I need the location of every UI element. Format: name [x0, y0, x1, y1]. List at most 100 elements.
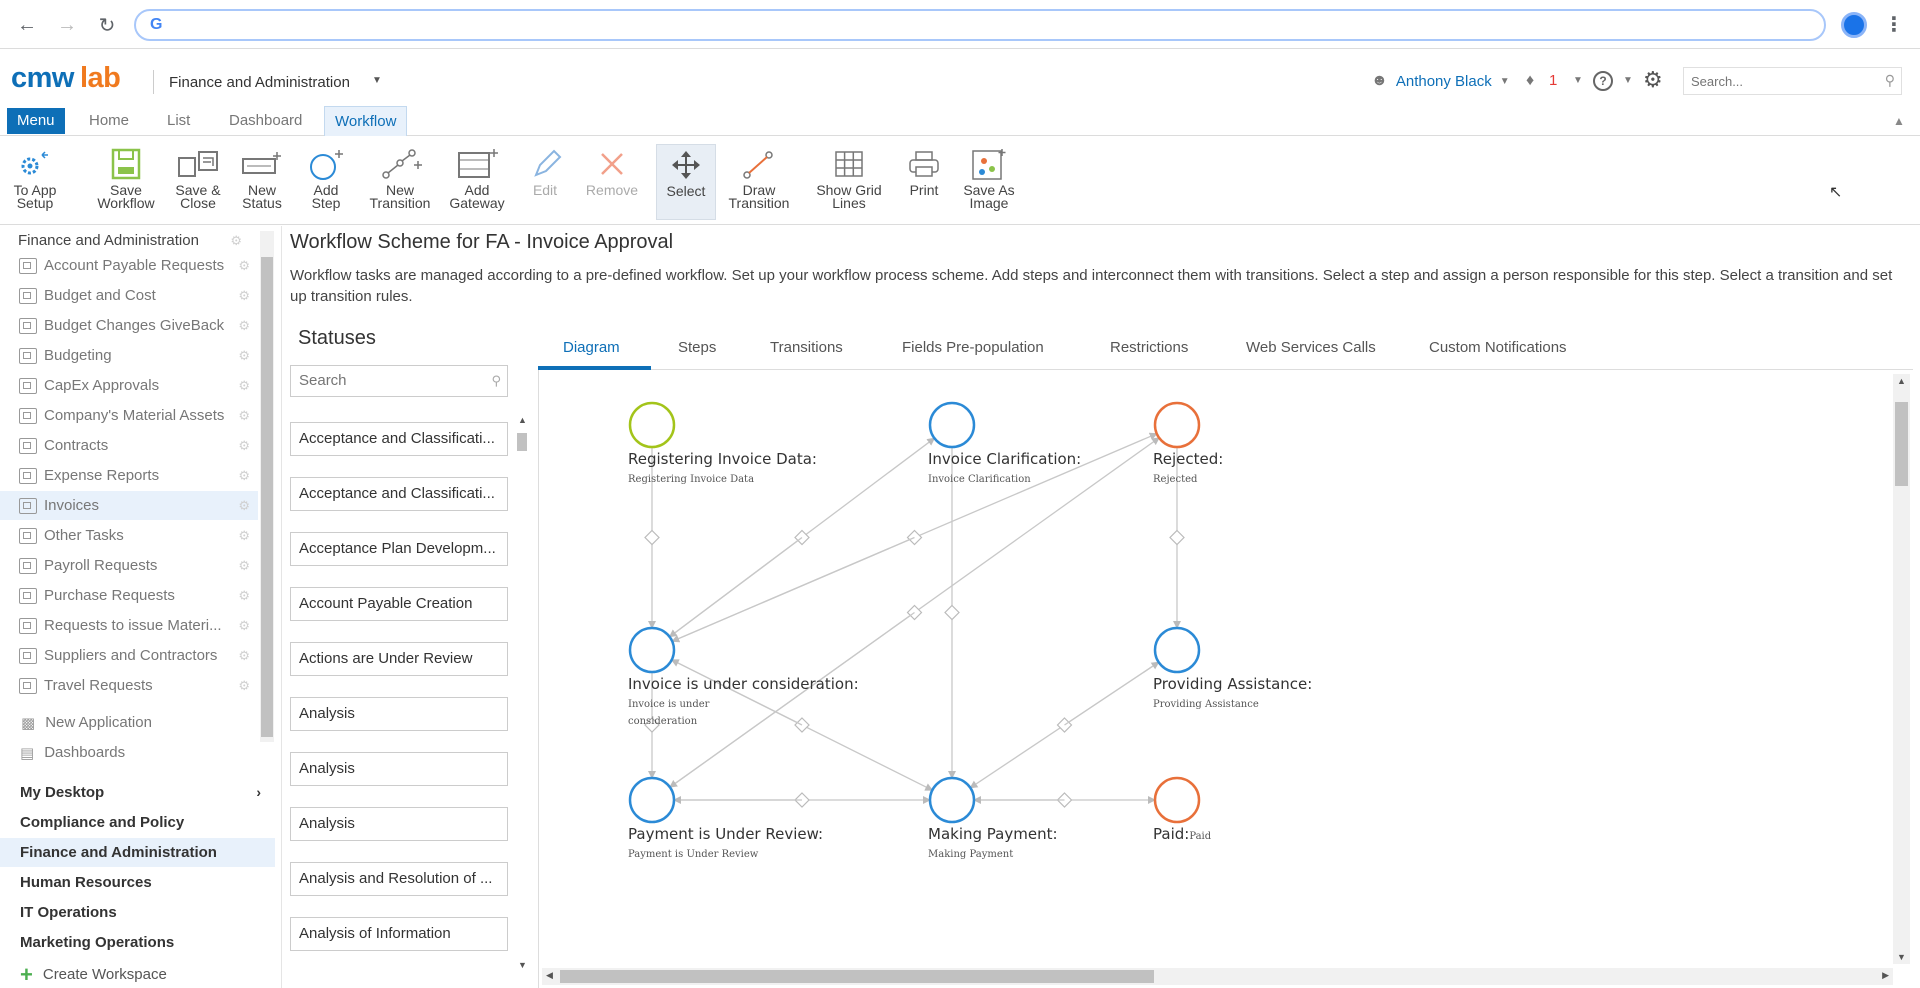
workflow-step-paid[interactable] — [1153, 776, 1201, 824]
sidebar-app-item[interactable]: Budgeting ⚙ — [0, 341, 258, 370]
diagram-horizontal-scrollbar[interactable]: ◀ ▶ — [542, 968, 1893, 985]
show-grid-lines-button[interactable]: Show Grid Lines — [810, 144, 888, 220]
status-item[interactable]: Account Payable Creation — [290, 587, 508, 621]
diagram-tab[interactable]: Fields Pre-population — [902, 339, 1044, 356]
workspace-section[interactable]: Marketing Operations — [0, 928, 275, 957]
status-scrollbar[interactable]: ▲ ▼ — [515, 415, 529, 970]
new-status-button[interactable]: New Status — [238, 144, 286, 220]
scrollbar-thumb[interactable] — [517, 433, 527, 451]
address-bar[interactable]: G — [134, 9, 1826, 41]
sidebar-app-item[interactable]: Purchase Requests ⚙ — [0, 581, 258, 610]
workspace-title[interactable]: Finance and Administration — [169, 74, 350, 91]
scrollbar-thumb[interactable] — [1895, 402, 1908, 486]
gear-icon[interactable]: ⚙ — [238, 588, 250, 604]
search-icon[interactable]: ⚲ — [1885, 72, 1895, 89]
sidebar-app-item[interactable]: CapEx Approvals ⚙ — [0, 371, 258, 400]
workspace-section[interactable]: Compliance and Policy — [0, 808, 275, 837]
transition-line[interactable] — [1064, 661, 1160, 726]
sidebar-app-item[interactable]: Travel Requests ⚙ — [0, 671, 258, 700]
forward-icon[interactable]: → — [54, 12, 80, 38]
notification-count[interactable]: 1 — [1549, 72, 1557, 89]
sidebar-new-application[interactable]: ▩ New Application — [0, 708, 258, 737]
status-item[interactable]: Analysis and Resolution of ... — [290, 862, 508, 896]
reload-icon[interactable]: ↻ — [94, 12, 120, 38]
transition-line[interactable] — [671, 536, 915, 643]
scroll-down-icon[interactable]: ▼ — [518, 960, 527, 970]
user-menu[interactable]: ☻ Anthony Black ▼ — [1371, 72, 1510, 90]
gear-icon[interactable]: ⚙ — [238, 648, 250, 664]
sidebar-app-item[interactable]: Budget and Cost ⚙ — [0, 281, 258, 310]
workspace-section[interactable]: Human Resources — [0, 868, 275, 897]
global-search[interactable]: ⚲ — [1683, 67, 1902, 95]
gear-icon[interactable]: ⚙ — [1643, 67, 1663, 93]
gear-icon[interactable]: ⚙ — [230, 233, 242, 249]
cmw-lab-logo[interactable]: cmw lab — [11, 62, 121, 95]
gear-icon[interactable]: ⚙ — [238, 618, 250, 634]
add-step-button[interactable]: Add Step — [306, 144, 346, 220]
tab-dashboard[interactable]: Dashboard — [219, 106, 312, 136]
status-item[interactable]: Analysis — [290, 697, 508, 731]
status-search-input[interactable] — [291, 366, 481, 394]
gear-icon[interactable]: ⚙ — [238, 258, 250, 274]
workflow-step-reg[interactable] — [628, 401, 676, 449]
print-button[interactable]: Print — [902, 144, 946, 220]
back-icon[interactable]: ← — [14, 12, 40, 38]
sidebar-app-item[interactable]: Company's Material Assets ⚙ — [0, 401, 258, 430]
tab-workflow[interactable]: Workflow — [324, 106, 408, 136]
status-item[interactable]: Analysis of Information — [290, 917, 508, 951]
scrollbar-thumb[interactable] — [261, 257, 273, 737]
diagram-tab[interactable]: Diagram — [563, 339, 620, 356]
sidebar-app-item[interactable]: Account Payable Requests ⚙ — [0, 251, 258, 280]
scrollbar-thumb[interactable] — [560, 970, 1154, 983]
diagram-tab[interactable]: Transitions — [770, 339, 843, 356]
sidebar-dashboards[interactable]: ▤ Dashboards — [0, 738, 258, 767]
extension-icon[interactable] — [1841, 12, 1867, 38]
gear-icon[interactable]: ⚙ — [238, 288, 250, 304]
save-workflow-button[interactable]: Save Workflow — [90, 144, 162, 220]
status-item[interactable]: Acceptance and Classificati... — [290, 422, 508, 456]
gear-icon[interactable]: ⚙ — [238, 528, 250, 544]
sidebar-app-item[interactable]: Budget Changes GiveBack ⚙ — [0, 311, 258, 340]
gear-icon[interactable]: ⚙ — [238, 378, 250, 394]
transition-handle[interactable] — [644, 529, 660, 546]
gear-icon[interactable]: ⚙ — [238, 318, 250, 334]
status-item[interactable]: Acceptance and Classificati... — [290, 477, 508, 511]
help-icon[interactable]: ? — [1593, 71, 1613, 91]
workflow-step-review[interactable] — [628, 776, 676, 824]
gear-icon[interactable]: ⚙ — [238, 498, 250, 514]
tab-menu[interactable]: Menu — [7, 108, 65, 134]
scroll-left-icon[interactable]: ◀ — [546, 970, 553, 981]
sidebar-app-item[interactable]: Requests to issue Materi... ⚙ — [0, 611, 258, 640]
status-item[interactable]: Actions are Under Review — [290, 642, 508, 676]
chevron-down-icon[interactable]: ▼ — [1623, 75, 1633, 86]
tab-list[interactable]: List — [157, 106, 200, 136]
diagram-tab[interactable]: Restrictions — [1110, 339, 1188, 356]
transition-handle[interactable] — [1169, 529, 1185, 546]
diagram-tab[interactable]: Web Services Calls — [1246, 339, 1376, 356]
status-item[interactable]: Analysis — [290, 807, 508, 841]
search-icon[interactable]: ⚲ — [491, 373, 501, 389]
gear-icon[interactable]: ⚙ — [238, 558, 250, 574]
workflow-step-pay[interactable] — [928, 776, 976, 824]
chevron-up-icon[interactable]: ▲ — [1893, 114, 1905, 128]
bell-icon[interactable]: ♦ — [1526, 72, 1534, 90]
scroll-up-icon[interactable]: ▲ — [1897, 376, 1906, 386]
select-button[interactable]: Select — [656, 144, 716, 220]
status-item[interactable]: Acceptance Plan Developm... — [290, 532, 508, 566]
sidebar-workspace-title[interactable]: Finance and Administration — [18, 232, 199, 249]
transition-line[interactable] — [668, 536, 803, 638]
edit-button[interactable]: Edit — [527, 144, 563, 220]
draw-transition-button[interactable]: Draw Transition — [724, 144, 794, 220]
search-input[interactable] — [1684, 68, 1864, 94]
sidebar-app-item[interactable]: Expense Reports ⚙ — [0, 461, 258, 490]
workflow-diagram[interactable]: Registering Invoice Data: Registering Inv… — [538, 370, 1913, 988]
scroll-right-icon[interactable]: ▶ — [1882, 970, 1889, 981]
gear-icon[interactable]: ⚙ — [238, 348, 250, 364]
status-item[interactable]: Analysis — [290, 752, 508, 786]
sidebar-app-item[interactable]: Invoices ⚙ — [0, 491, 258, 520]
workspace-section[interactable]: My Desktop › — [0, 778, 275, 807]
remove-button[interactable]: Remove — [582, 144, 642, 220]
diagram-vertical-scrollbar[interactable]: ▲ ▼ — [1893, 374, 1910, 964]
new-transition-button[interactable]: New Transition — [364, 144, 436, 220]
chevron-down-icon[interactable]: ▼ — [372, 75, 382, 86]
